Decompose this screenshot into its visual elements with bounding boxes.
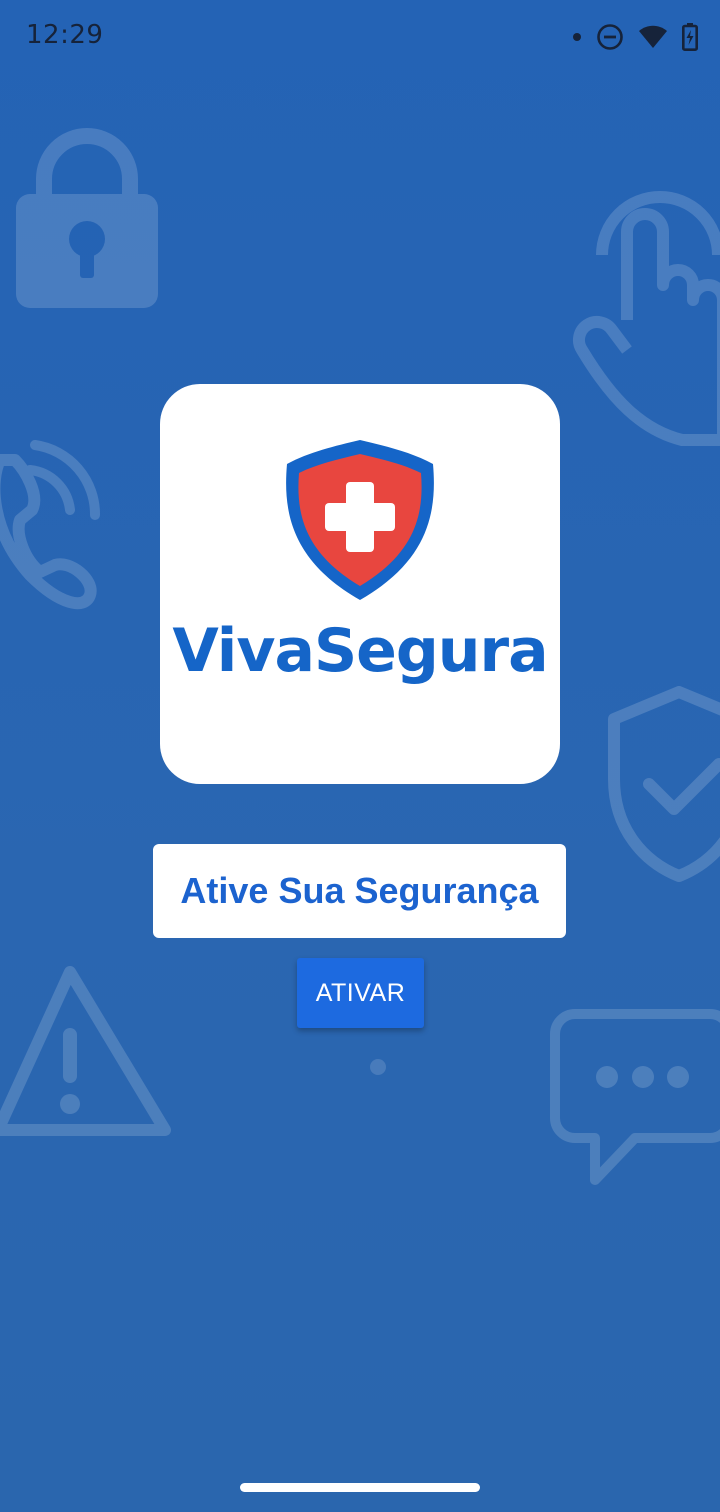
lock-icon — [16, 128, 158, 308]
decorative-dot — [370, 1059, 386, 1075]
status-icons — [572, 20, 698, 54]
warning-icon — [0, 966, 171, 1136]
activate-button[interactable]: ATIVAR — [297, 958, 424, 1028]
chat-bubble-icon — [550, 1009, 720, 1185]
headline-text: Ative Sua Segurança — [180, 870, 539, 911]
splash-screen: 12:29 VivaSegura Ative Sua Segurança ATI… — [0, 0, 720, 1512]
touch-hand-icon — [572, 191, 720, 446]
status-bar: 12:29 — [0, 0, 720, 74]
phone-call-icon — [0, 440, 101, 610]
shield-check-icon — [608, 686, 720, 882]
status-time: 12:29 — [26, 20, 104, 50]
do-not-disturb-icon — [597, 24, 623, 50]
headline-box: Ative Sua Segurança — [153, 844, 566, 938]
home-indicator[interactable] — [240, 1483, 480, 1492]
shield-cross-icon — [286, 440, 434, 600]
notification-dot-icon — [573, 33, 581, 41]
logo-wordmark: VivaSegura — [172, 616, 548, 686]
battery-charging-icon — [682, 23, 698, 51]
wifi-icon — [639, 25, 667, 48]
